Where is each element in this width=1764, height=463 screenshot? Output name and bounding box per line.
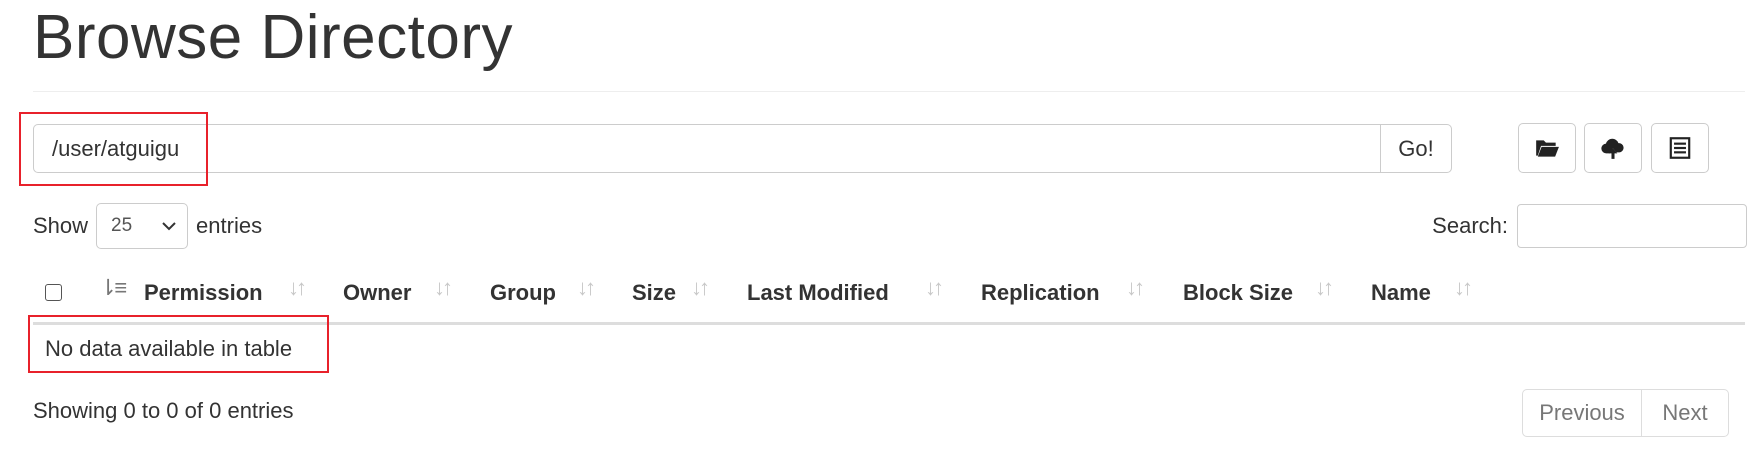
cut-paste-list-button[interactable] (1651, 123, 1709, 173)
column-header-group[interactable]: Group (490, 280, 556, 306)
sort-icon[interactable]: ↓↑ (1315, 275, 1334, 301)
entries-label: entries (196, 213, 263, 238)
search-label: Search: (1432, 213, 1508, 238)
column-header-permission[interactable]: Permission (144, 280, 263, 306)
upload-button[interactable] (1584, 123, 1642, 173)
folder-open-icon (1536, 140, 1559, 157)
sort-icon[interactable]: ↓↑ (577, 275, 596, 301)
page-title: Browse Directory (33, 3, 513, 72)
empty-table-message: No data available in table (45, 336, 293, 361)
column-header-replication[interactable]: Replication (981, 280, 1100, 306)
column-header-size[interactable]: Size (632, 280, 676, 306)
go-button[interactable]: Go! (1380, 124, 1452, 173)
sort-icon[interactable]: ↓↑ (434, 275, 453, 301)
next-button[interactable]: Next (1642, 389, 1729, 437)
table-header: ⇂≡ Permission ↓↑ Owner ↓↑ Group ↓↑ Size … (33, 272, 1745, 325)
sort-icon[interactable]: ↓↑ (1126, 275, 1145, 301)
list-icon (1669, 137, 1691, 159)
sort-desc-icon[interactable]: ⇂≡ (99, 275, 127, 301)
column-header-last-modified[interactable]: Last Modified (747, 280, 889, 306)
cloud-upload-icon (1601, 138, 1624, 159)
path-input-group: Go! (33, 124, 1452, 173)
show-label: Show (33, 213, 89, 238)
path-input[interactable] (33, 124, 1380, 173)
sort-icon[interactable]: ↓↑ (288, 275, 307, 301)
title-divider (33, 91, 1745, 92)
select-all-checkbox[interactable] (45, 284, 62, 301)
pagination: Previous Next (1522, 389, 1729, 437)
table-search: Search: (1432, 204, 1747, 248)
column-header-name[interactable]: Name (1371, 280, 1431, 306)
column-header-block-size[interactable]: Block Size (1183, 280, 1293, 306)
chevron-down-icon (162, 222, 176, 231)
page-length-value: 25 (111, 215, 133, 236)
sort-icon[interactable]: ↓↑ (691, 275, 710, 301)
sort-icon[interactable]: ↓↑ (925, 275, 944, 301)
column-header-owner[interactable]: Owner (343, 280, 411, 306)
create-directory-button[interactable] (1518, 123, 1576, 173)
previous-button[interactable]: Previous (1522, 389, 1642, 437)
sort-icon[interactable]: ↓↑ (1454, 275, 1473, 301)
page-length-select[interactable]: 25 (96, 203, 189, 249)
table-info: Showing 0 to 0 of 0 entries (33, 398, 294, 423)
page-length-control: Show 25 entries (33, 203, 262, 249)
search-input[interactable] (1517, 204, 1747, 248)
